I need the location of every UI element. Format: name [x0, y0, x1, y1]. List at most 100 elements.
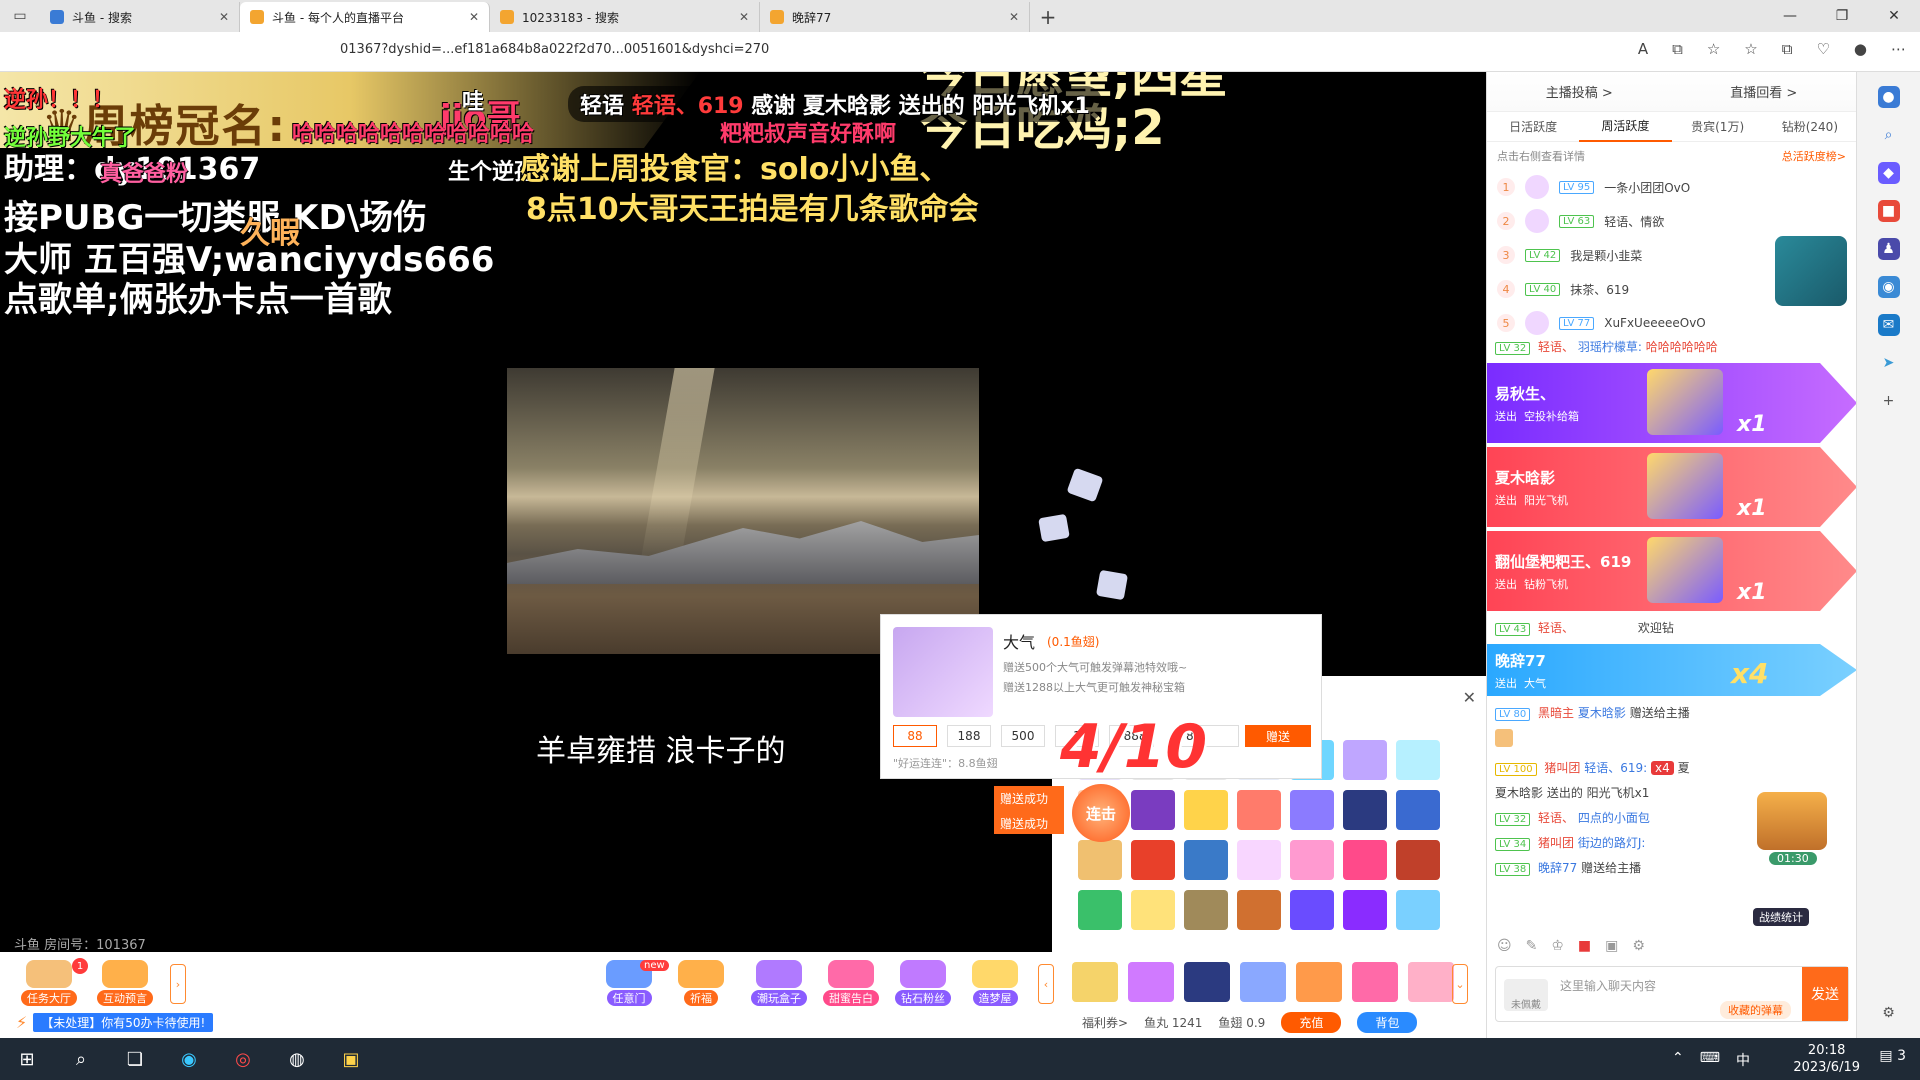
split-screen-icon[interactable]: ⧉: [1672, 40, 1683, 58]
games-icon[interactable]: ♟: [1877, 238, 1900, 260]
office-icon[interactable]: ◉: [1877, 276, 1900, 298]
tab-search[interactable]: 斗鱼 - 搜索 ✕: [40, 2, 240, 32]
expand-down-icon[interactable]: ⌄: [1452, 964, 1468, 1004]
fan-club-badge-icon[interactable]: [1775, 236, 1847, 306]
keyboard-icon[interactable]: ⌨: [1700, 1050, 1720, 1070]
quick-gift[interactable]: [1240, 962, 1286, 1002]
tab-close-icon[interactable]: ✕: [1001, 10, 1019, 24]
quick-gift[interactable]: [1408, 962, 1454, 1002]
gift-item[interactable]: [1184, 840, 1228, 880]
gift-item[interactable]: [1078, 890, 1122, 930]
amount-option[interactable]: 188: [947, 725, 991, 747]
amount-option[interactable]: 88: [893, 725, 937, 747]
quick-gift[interactable]: [1352, 962, 1398, 1002]
gear-icon[interactable]: ⚙: [1878, 1002, 1900, 1024]
minimize-button[interactable]: —: [1764, 0, 1816, 32]
gift-item[interactable]: [1396, 740, 1440, 780]
chat-user[interactable]: 街边的路灯J:: [1578, 836, 1646, 850]
shopping-icon[interactable]: ◆: [1877, 162, 1900, 184]
sidebar-app-icon[interactable]: ●: [1877, 86, 1900, 108]
tab-wanci77[interactable]: 晚辞77 ✕: [760, 2, 1030, 32]
tab-vip[interactable]: 贵宾(1万): [1672, 112, 1764, 141]
gift-item[interactable]: [1131, 790, 1175, 830]
quick-gift[interactable]: [1184, 962, 1230, 1002]
start-icon[interactable]: ⊞: [0, 1038, 54, 1080]
search-icon[interactable]: ⌕: [1878, 124, 1900, 146]
replay-link[interactable]: 直播回看 >: [1730, 82, 1797, 101]
add-icon[interactable]: +: [1878, 390, 1900, 412]
favorites-icon[interactable]: ☆: [1744, 40, 1757, 58]
tab-actions-icon[interactable]: ▭: [0, 0, 40, 32]
gift-item[interactable]: [1131, 890, 1175, 930]
collections-icon[interactable]: ⧉: [1782, 40, 1793, 58]
close-window-button[interactable]: ✕: [1868, 0, 1920, 32]
url-field[interactable]: 01367?dyshid=...ef181a684b8a022f2d70...0…: [340, 42, 769, 57]
amount-option[interactable]: 500: [1001, 725, 1045, 747]
obs-icon[interactable]: ◍: [270, 1038, 324, 1080]
gift-item[interactable]: [1343, 740, 1387, 780]
combo-button[interactable]: 连击: [1072, 784, 1130, 842]
speaker-icon[interactable]: ✎: [1526, 938, 1538, 954]
quick-gift[interactable]: [1128, 962, 1174, 1002]
chevron-up-icon[interactable]: ⌃: [1672, 1050, 1684, 1070]
crown-icon[interactable]: ♔: [1551, 938, 1564, 954]
gift-item[interactable]: [1343, 790, 1387, 830]
ime-indicator[interactable]: 中: [1736, 1050, 1750, 1070]
gift-item[interactable]: [1184, 790, 1228, 830]
chat-user[interactable]: 羽瑶柠檬草:: [1578, 340, 1642, 354]
anchor-submit-link[interactable]: 主播投稿 >: [1546, 82, 1613, 101]
search-icon[interactable]: ⌕: [54, 1038, 108, 1080]
emoji-icon[interactable]: ☺: [1497, 938, 1512, 954]
backpack-button[interactable]: 背包: [1357, 1012, 1418, 1033]
chat-user[interactable]: 夏木晗影: [1578, 706, 1626, 720]
gift-item[interactable]: [1396, 790, 1440, 830]
close-icon[interactable]: ✕: [1463, 688, 1476, 707]
favorite-star-icon[interactable]: ☆: [1707, 40, 1720, 58]
gift-item[interactable]: [1131, 840, 1175, 880]
notice-text[interactable]: 【未处理】你有50办卡待使用!: [33, 1012, 214, 1032]
notification-icon[interactable]: ▤ 3: [1879, 1048, 1906, 1064]
chat-input[interactable]: 这里输入聊天内容: [1560, 977, 1656, 994]
tools-icon[interactable]: ■: [1877, 200, 1900, 222]
gift-item[interactable]: [1290, 840, 1334, 880]
task-view-icon[interactable]: ❏: [108, 1038, 162, 1080]
saved-danmu-button[interactable]: 收藏的弹幕: [1720, 1001, 1791, 1019]
tab-weekly-activity[interactable]: 周活跃度: [1579, 111, 1672, 142]
ranking-row[interactable]: 2 LV 63 轻语、情欲: [1497, 204, 1846, 238]
tab-diamond-fans[interactable]: 钻粉(240): [1764, 112, 1856, 141]
browser-essentials-icon[interactable]: ♡: [1816, 40, 1829, 58]
gift-item[interactable]: [1078, 840, 1122, 880]
toy-box-button[interactable]: 潮玩盒子: [746, 960, 812, 1006]
recharge-button[interactable]: 充值: [1281, 1012, 1342, 1033]
expand-left-icon[interactable]: ‹: [1038, 964, 1054, 1004]
gift-item[interactable]: [1237, 890, 1281, 930]
gift-item[interactable]: [1184, 890, 1228, 930]
quick-gift[interactable]: [1296, 962, 1342, 1002]
gift-item[interactable]: [1290, 890, 1334, 930]
tab-close-icon[interactable]: ✕: [211, 10, 229, 24]
send-icon[interactable]: ➤: [1878, 352, 1900, 374]
sweet-confession-button[interactable]: 甜蜜告白: [818, 960, 884, 1006]
gift-item[interactable]: [1237, 840, 1281, 880]
chat-user[interactable]: 轻语、619:: [1584, 761, 1647, 775]
gift-item[interactable]: [1290, 790, 1334, 830]
no-badge-icon[interactable]: 未佩戴: [1504, 979, 1548, 1011]
dream-house-button[interactable]: 造梦屋: [962, 960, 1028, 1006]
new-tab-button[interactable]: +: [1030, 2, 1066, 32]
total-ranking-link[interactable]: 总活跃度榜>: [1782, 148, 1846, 164]
tab-close-icon[interactable]: ✕: [731, 10, 749, 24]
expand-left-icon[interactable]: ›: [170, 964, 186, 1004]
send-chat-button[interactable]: 发送: [1802, 967, 1848, 1021]
netease-music-icon[interactable]: ◎: [216, 1038, 270, 1080]
battle-stats-button[interactable]: 战绩统计: [1753, 908, 1809, 926]
welfare-coupon-link[interactable]: 福利券>: [1082, 1014, 1128, 1031]
gift-item[interactable]: [1343, 840, 1387, 880]
clock[interactable]: 20:18 2023/6/19: [1793, 1042, 1860, 1076]
fan-icon[interactable]: ■: [1578, 938, 1591, 954]
outlook-icon[interactable]: ✉: [1877, 314, 1900, 336]
send-gift-button[interactable]: 赠送: [1245, 725, 1311, 747]
settings-more-icon[interactable]: ⋯: [1891, 40, 1906, 58]
edge-browser-icon[interactable]: ◉: [162, 1038, 216, 1080]
gift-item[interactable]: [1237, 790, 1281, 830]
chat-user[interactable]: 晚辞77: [1538, 861, 1577, 875]
